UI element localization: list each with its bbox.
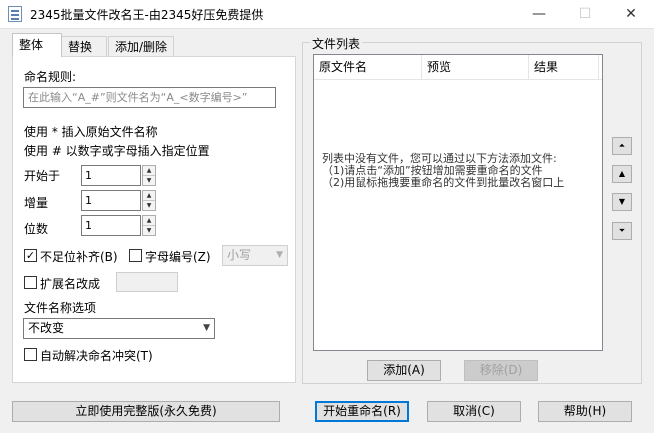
start-label: 开始于 xyxy=(24,169,61,183)
help-button[interactable]: 帮助(H) xyxy=(538,401,632,422)
file-list[interactable]: 原文件名 预览 结果 列表中没有文件，您可以通过以下方法添加文件: （1)请点击… xyxy=(313,54,603,351)
start-input[interactable]: 1 xyxy=(81,165,141,186)
spin-up-icon[interactable]: ▲ xyxy=(143,216,155,226)
window-title: 2345批量文件改名王-由2345好压免费提供 xyxy=(30,8,264,22)
spin-down-icon[interactable]: ▼ xyxy=(143,176,155,185)
spin-up-icon[interactable]: ▲ xyxy=(143,191,155,201)
rule-input[interactable] xyxy=(23,87,276,108)
spin-down-icon[interactable]: ▼ xyxy=(143,226,155,235)
letter-label: 字母编号(Z) xyxy=(145,250,211,264)
move-down-button[interactable]: ▼ xyxy=(612,193,632,211)
file-list-title: 文件列表 xyxy=(310,35,363,52)
pad-checkbox[interactable]: ✓ xyxy=(24,249,37,262)
increment-label: 增量 xyxy=(24,196,49,210)
digits-input[interactable]: 1 xyxy=(81,215,141,236)
cancel-button[interactable]: 取消(C) xyxy=(427,401,521,422)
empty-line: （2)用鼠标拖拽要重命名的文件到批量改名窗口上 xyxy=(322,176,565,189)
start-rename-button[interactable]: 开始重命名(R) xyxy=(315,401,409,422)
ext-label: 扩展名改成 xyxy=(40,277,101,291)
column-original-name[interactable]: 原文件名 xyxy=(314,55,422,79)
move-top-button[interactable]: ⏶ xyxy=(612,137,632,155)
case-select-value: 小写 xyxy=(227,248,252,262)
ext-input[interactable] xyxy=(116,272,178,292)
move-bottom-icon: ⏷ xyxy=(618,226,626,235)
rule-label: 命名规则: xyxy=(24,70,77,84)
full-version-button[interactable]: 立即使用完整版(永久免费) xyxy=(12,401,280,422)
move-up-icon: ▲ xyxy=(618,169,626,178)
increment-input[interactable]: 1 xyxy=(81,190,141,211)
case-select[interactable]: 小写 ▼ xyxy=(222,245,288,266)
spin-up-icon[interactable]: ▲ xyxy=(143,166,155,176)
name-option-value: 不改变 xyxy=(28,321,65,335)
move-up-button[interactable]: ▲ xyxy=(612,165,632,183)
column-result[interactable]: 结果 xyxy=(529,55,599,79)
name-option-label: 文件名称选项 xyxy=(24,301,97,315)
chevron-down-icon: ▼ xyxy=(276,250,283,260)
minimize-button[interactable]: — xyxy=(516,0,562,28)
maximize-button[interactable]: ☐ xyxy=(562,0,608,28)
hint-star: 使用 * 插入原始文件名称 xyxy=(24,125,158,139)
file-list-empty-message: 列表中没有文件，您可以通过以下方法添加文件: （1)请点击“添加”按钮增加需要重… xyxy=(322,153,602,189)
move-bottom-button[interactable]: ⏷ xyxy=(612,222,632,240)
chevron-down-icon: ▼ xyxy=(203,323,210,333)
hint-hash: 使用 # 以数字或字母插入指定位置 xyxy=(24,144,210,158)
start-spinner[interactable]: ▲ ▼ xyxy=(142,165,156,186)
spin-down-icon[interactable]: ▼ xyxy=(143,201,155,210)
digits-spinner[interactable]: ▲ ▼ xyxy=(142,215,156,236)
pad-label: 不足位补齐(B) xyxy=(40,250,118,264)
move-top-icon: ⏶ xyxy=(618,141,626,150)
close-button[interactable]: ✕ xyxy=(608,0,654,28)
tab-add-delete[interactable]: 添加/删除 xyxy=(108,36,174,56)
letter-checkbox[interactable] xyxy=(129,249,142,262)
increment-spinner[interactable]: ▲ ▼ xyxy=(142,190,156,211)
column-preview[interactable]: 预览 xyxy=(422,55,529,79)
name-option-select[interactable]: 不改变 ▼ xyxy=(23,318,215,339)
app-icon xyxy=(8,6,22,22)
file-list-header: 原文件名 预览 结果 xyxy=(314,55,602,80)
auto-resolve-label: 自动解决命名冲突(T) xyxy=(40,349,153,363)
ext-checkbox[interactable] xyxy=(24,276,37,289)
tab-overall[interactable]: 整体 xyxy=(12,33,62,57)
tab-replace[interactable]: 替换 xyxy=(61,36,107,56)
digits-label: 位数 xyxy=(24,222,49,236)
add-button[interactable]: 添加(A) xyxy=(367,360,441,381)
auto-resolve-checkbox[interactable] xyxy=(24,348,37,361)
move-down-icon: ▼ xyxy=(618,197,626,206)
remove-button[interactable]: 移除(D) xyxy=(464,360,538,381)
